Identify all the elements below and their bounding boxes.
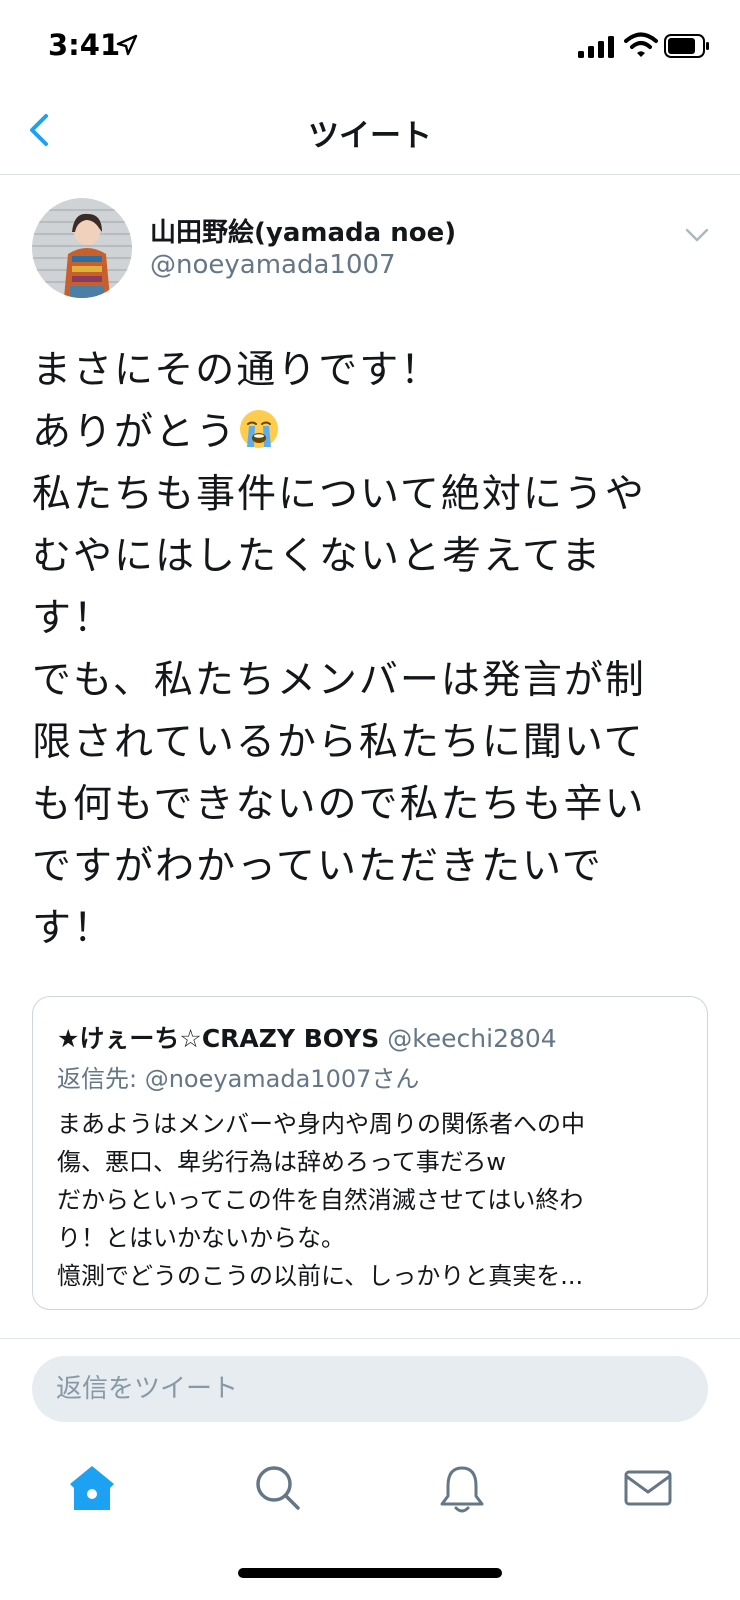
battery-icon <box>664 34 709 58</box>
quoted-tweet-card[interactable]: ★けぇーち☆CRAZY BOYS @keechi2804 返信先: @noeya… <box>32 996 708 1310</box>
quote-display-name: ★けぇーち☆CRAZY BOYS <box>57 1024 380 1053</box>
divider <box>0 1338 740 1339</box>
home-indicator[interactable] <box>238 1568 502 1578</box>
quote-line: 傷、悪口、卑劣行為は辞めろって事だろw <box>57 1148 506 1176</box>
tweet-line: むやにはしたくないと考えてま <box>32 534 603 579</box>
status-bar: 3:41 <box>0 0 740 88</box>
quote-header: ★けぇーち☆CRAZY BOYS @keechi2804 <box>57 1019 557 1055</box>
bell-icon[interactable] <box>432 1458 492 1518</box>
tweet-line: も何もできないので私たちも辛い <box>32 782 646 827</box>
quote-user-handle: @keechi2804 <box>387 1024 557 1053</box>
quote-line: り！とはいかないからな。 <box>57 1224 345 1252</box>
tweet-line-with-emoji: ありがとう <box>32 402 722 464</box>
status-time: 3:41 <box>48 28 121 62</box>
search-icon[interactable] <box>248 1458 308 1518</box>
avatar[interactable] <box>32 198 132 298</box>
cellular-signal-icon <box>578 36 614 58</box>
tweet-line: でも、私たちメンバーは発言が制 <box>32 658 646 703</box>
tweet-line: す！ <box>32 596 115 641</box>
wifi-icon <box>624 32 658 57</box>
mail-icon[interactable] <box>618 1458 678 1518</box>
tweet-line: ですがわかっていただきたいで <box>32 844 603 889</box>
reply-input[interactable] <box>32 1356 708 1422</box>
quote-line: だからといってこの件を自然消滅させてはい終わ <box>57 1186 584 1214</box>
quote-text: まあようはメンバーや身内や周りの関係者への中 傷、悪口、卑劣行為は辞めろって事だ… <box>57 1105 697 1295</box>
quote-reply-to: 返信先: @noeyamada1007さん <box>57 1065 420 1093</box>
nav-bar: ツイート <box>0 88 740 175</box>
tweet-line: まさにその通りです！ <box>32 348 442 393</box>
tweet-line: 限されているから私たちに聞いて <box>32 720 645 765</box>
quote-line: 憶測でどうのこうの以前に、しっかりと真実を... <box>57 1262 584 1290</box>
tweet-text: まさにその通りです！ ありがとう 私たちも事件について絶対にうや むやにはしたく… <box>32 340 722 960</box>
tweet-line: ありがとう <box>32 410 238 455</box>
page-title: ツイート <box>308 118 432 154</box>
tweet-line: 私たちも事件について絶対にうや <box>32 472 646 517</box>
location-arrow-icon <box>116 34 138 56</box>
display-name[interactable]: 山田野絵(yamada noe) <box>150 212 456 249</box>
home-icon[interactable] <box>62 1458 122 1518</box>
loudly-crying-face-icon <box>240 410 279 448</box>
tweet-line: す！ <box>32 906 115 951</box>
chevron-down-icon[interactable] <box>684 226 710 244</box>
user-handle[interactable]: @noeyamada1007 <box>150 250 396 280</box>
quote-line: まあようはメンバーや身内や周りの関係者への中 <box>57 1110 585 1138</box>
tab-bar <box>0 1440 740 1540</box>
